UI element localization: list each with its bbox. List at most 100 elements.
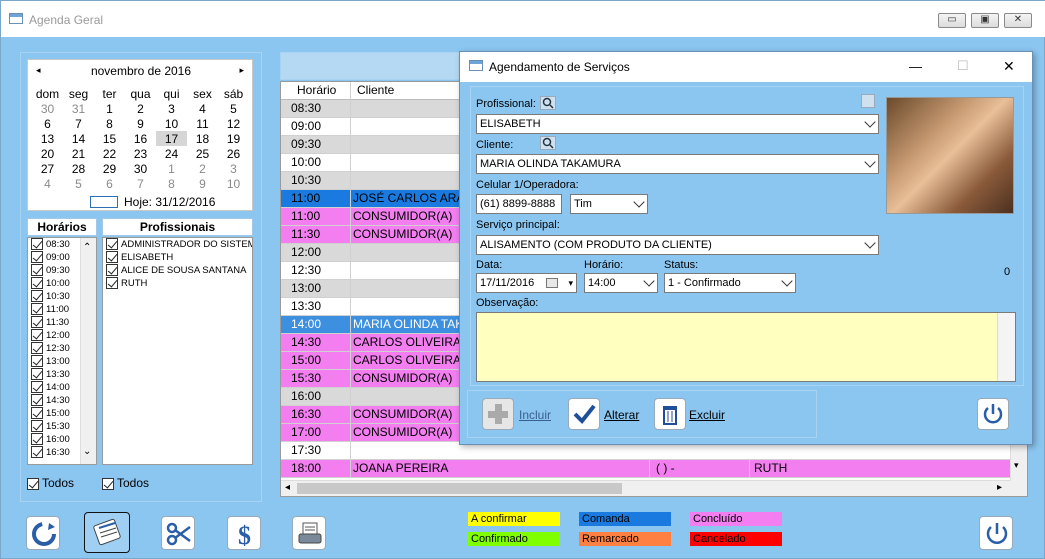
calendar-day[interactable]: 7 <box>125 176 156 191</box>
search-cliente-icon[interactable] <box>540 136 556 150</box>
calendar-day[interactable]: 24 <box>156 146 187 161</box>
svg-text:$: $ <box>238 521 251 550</box>
calendar-day[interactable]: 5 <box>218 101 249 116</box>
table-row[interactable]: 18:00 JOANA PEREIRA ( ) - RUTH <box>281 460 1011 478</box>
calendar-day[interactable]: 5 <box>63 176 94 191</box>
excluir-label[interactable]: Excluir <box>689 408 725 422</box>
calendar-day[interactable]: 14 <box>63 131 94 146</box>
col-cliente-header[interactable]: Cliente <box>357 82 394 99</box>
calendar-day[interactable]: 27 <box>32 161 63 176</box>
calendar-day[interactable]: 3 <box>218 161 249 176</box>
calendar-day[interactable]: 2 <box>187 161 218 176</box>
alterar-button[interactable] <box>568 398 600 430</box>
month-calendar[interactable]: ◂ novembro de 2016 ▸ dom seg ter qua qui sex s… <box>27 59 253 211</box>
calendar-day[interactable]: 20 <box>32 146 63 161</box>
calendar-day[interactable]: 7 <box>63 116 94 131</box>
calendar-day[interactable]: 1 <box>94 101 125 116</box>
print-button[interactable] <box>292 516 326 550</box>
financeiro-button[interactable]: $ <box>227 516 261 550</box>
calendar-day[interactable]: 26 <box>218 146 249 161</box>
calendar-day[interactable]: 11 <box>187 116 218 131</box>
dialog-close-button[interactable]: ✕ <box>1003 58 1015 75</box>
dialog-minimize-button[interactable]: — <box>909 59 922 74</box>
edit-icon[interactable] <box>861 94 875 108</box>
horarios-list[interactable]: 08:30 09:00 09:30 10:00 10:30 11:00 11:30 12:00… <box>27 237 97 465</box>
scroll-right-icon[interactable]: ▸ <box>997 482 1002 493</box>
dialog-maximize-button[interactable]: ☐ <box>957 58 969 74</box>
celular-input[interactable]: (61) 8899-8888 <box>476 194 562 214</box>
calendar-day[interactable]: 23 <box>125 146 156 161</box>
calendar-day[interactable]: 6 <box>94 176 125 191</box>
data-picker[interactable]: 17/11/2016 ▾ <box>476 273 577 293</box>
calendar-day[interactable]: 21 <box>63 146 94 161</box>
calendar-day[interactable]: 16 <box>125 131 156 146</box>
dialog-close-power-button[interactable] <box>977 398 1009 430</box>
calendar-day[interactable]: 22 <box>94 146 125 161</box>
minimize-button[interactable]: ▭ <box>938 13 966 28</box>
observacao-textarea[interactable] <box>476 312 1016 382</box>
next-month-icon[interactable]: ▸ <box>239 65 244 76</box>
horarios-todos-checkbox[interactable]: Todos <box>27 476 74 490</box>
incluir-label[interactable]: Incluir <box>519 408 551 422</box>
observacao-scrollbar[interactable] <box>997 313 1015 381</box>
status-select[interactable]: 1 - Confirmado <box>664 273 796 293</box>
profissional-item[interactable]: RUTH <box>103 277 252 290</box>
close-button[interactable]: ✕ <box>1004 13 1032 28</box>
col-horario-header[interactable]: Horário <box>297 82 355 99</box>
calendar-day[interactable]: 13 <box>32 131 63 146</box>
profissional-item[interactable]: ELISABETH <box>103 251 252 264</box>
calendar-day[interactable]: 1 <box>156 161 187 176</box>
calendar-day[interactable]: 4 <box>32 176 63 191</box>
calendar-day[interactable]: 6 <box>32 116 63 131</box>
calendar-icon[interactable] <box>546 278 558 288</box>
calendar-day[interactable]: 9 <box>125 116 156 131</box>
calendar-day[interactable]: 17 <box>156 131 187 146</box>
operadora-select[interactable]: Tim <box>570 194 648 214</box>
calendar-day[interactable]: 18 <box>187 131 218 146</box>
calendar-day[interactable]: 9 <box>187 176 218 191</box>
calendar-day[interactable]: 29 <box>94 161 125 176</box>
row-horario: 17:00 <box>291 425 322 439</box>
calendar-day[interactable]: 3 <box>156 101 187 116</box>
horarios-scrollbar[interactable] <box>80 238 96 464</box>
scroll-down-icon[interactable]: ▾ <box>1014 460 1019 471</box>
profissional-item[interactable]: ALICE DE SOUSA SANTANA <box>103 264 252 277</box>
scissors-button[interactable] <box>161 516 195 550</box>
calendar-day[interactable]: 19 <box>218 131 249 146</box>
horario-select[interactable]: 14:00 <box>584 273 658 293</box>
calendar-day[interactable]: 30 <box>32 101 63 116</box>
calendar-day[interactable]: 12 <box>218 116 249 131</box>
exit-button[interactable] <box>979 516 1013 550</box>
excluir-button[interactable] <box>654 398 686 430</box>
profissionais-todos-checkbox[interactable]: Todos <box>102 476 149 490</box>
calendar-day[interactable]: 31 <box>63 101 94 116</box>
scroll-left-icon[interactable]: ◂ <box>285 482 290 493</box>
calendar-day[interactable]: 8 <box>94 116 125 131</box>
calendar-day[interactable]: 10 <box>218 176 249 191</box>
calendar-day[interactable]: 8 <box>156 176 187 191</box>
scroll-thumb[interactable] <box>297 483 622 494</box>
alterar-label[interactable]: Alterar <box>604 408 639 422</box>
agenda-button[interactable] <box>84 512 130 553</box>
servico-select[interactable]: ALISAMENTO (COM PRODUTO DA CLIENTE) <box>476 235 879 255</box>
calendar-day[interactable]: 25 <box>187 146 218 161</box>
refresh-button[interactable] <box>26 516 60 550</box>
incluir-button[interactable] <box>482 398 514 430</box>
cliente-select[interactable]: MARIA OLINDA TAKAMURA <box>476 154 879 174</box>
calendar-day[interactable]: 2 <box>125 101 156 116</box>
today-label[interactable]: Hoje: 31/12/2016 <box>124 195 215 209</box>
calendar-day[interactable]: 30 <box>125 161 156 176</box>
profissionais-list[interactable]: ADMINISTRADOR DO SISTEM ELISABETH ALICE DE… <box>102 237 253 465</box>
scroll-down-icon[interactable]: ⌄ <box>83 446 91 457</box>
profissional-item[interactable]: ADMINISTRADOR DO SISTEM <box>103 238 252 251</box>
profissional-select[interactable]: ELISABETH <box>476 114 879 134</box>
scroll-up-icon[interactable]: ⌃ <box>83 242 91 253</box>
maximize-button[interactable]: ▣ <box>971 13 999 28</box>
search-profissional-icon[interactable] <box>540 96 556 110</box>
calendar-day[interactable]: 28 <box>63 161 94 176</box>
calendar-day[interactable]: 10 <box>156 116 187 131</box>
dropdown-arrow-icon[interactable]: ▾ <box>568 274 573 292</box>
calendar-day[interactable]: 15 <box>94 131 125 146</box>
calendar-day[interactable]: 4 <box>187 101 218 116</box>
grid-horizontal-scrollbar[interactable]: ◂ ▸ <box>281 480 1011 496</box>
